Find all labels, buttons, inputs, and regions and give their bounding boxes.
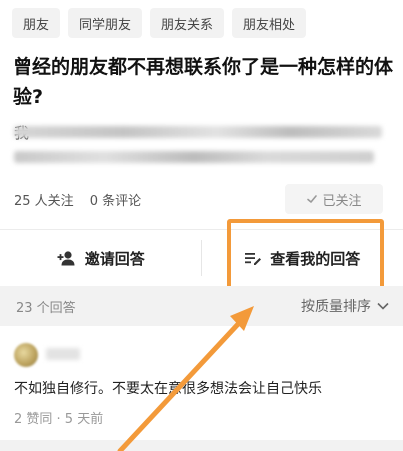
answer-item[interactable]: 不如独自修行。不要太在意很多想法会让自己快乐 2 赞同 · 5 天前 (0, 326, 403, 436)
follow-button[interactable]: 已关注 (285, 184, 383, 214)
topic-tag[interactable]: 朋友相处 (232, 8, 307, 38)
blurred-username (46, 348, 80, 360)
action-separator (201, 240, 202, 276)
follow-button-label: 已关注 (322, 193, 362, 209)
answer-excerpt[interactable]: 不如独自修行。不要太在意很多想法会让自己快乐 (14, 378, 322, 398)
invite-answer-button[interactable]: 邀请回答 (0, 230, 202, 286)
add-person-icon (57, 251, 75, 266)
topic-tag[interactable]: 朋友 (12, 8, 61, 38)
question-title[interactable]: 曾经的朋友都不再想联系你了是一种怎样的体验? (13, 52, 393, 112)
highlight-box (227, 219, 384, 295)
topic-tag[interactable]: 朋友关系 (150, 8, 225, 38)
blurred-excerpt-line (14, 151, 374, 163)
topic-tags: 朋友 同学朋友 朋友关系 朋友相处 (12, 8, 307, 38)
followers-count: 25 人关注 (14, 194, 74, 209)
topic-tag[interactable]: 同学朋友 (68, 8, 143, 38)
comments-count[interactable]: 0 条评论 (90, 190, 141, 209)
blurred-excerpt-line (14, 126, 382, 138)
invite-answer-label: 邀请回答 (84, 249, 145, 268)
avatar[interactable] (14, 343, 38, 367)
question-stats: 25 人关注 0 条评论 (14, 190, 141, 209)
chevron-down-icon (377, 302, 389, 310)
sort-label: 按质量排序 (301, 299, 371, 315)
answers-count: 23 个回答 (16, 300, 76, 316)
answer-meta: 2 赞同 · 5 天前 (14, 412, 104, 427)
check-icon (307, 195, 318, 203)
sort-dropdown[interactable]: 按质量排序 (301, 296, 389, 316)
answers-bar: 23 个回答 按质量排序 (0, 286, 403, 326)
section-divider (0, 440, 403, 451)
